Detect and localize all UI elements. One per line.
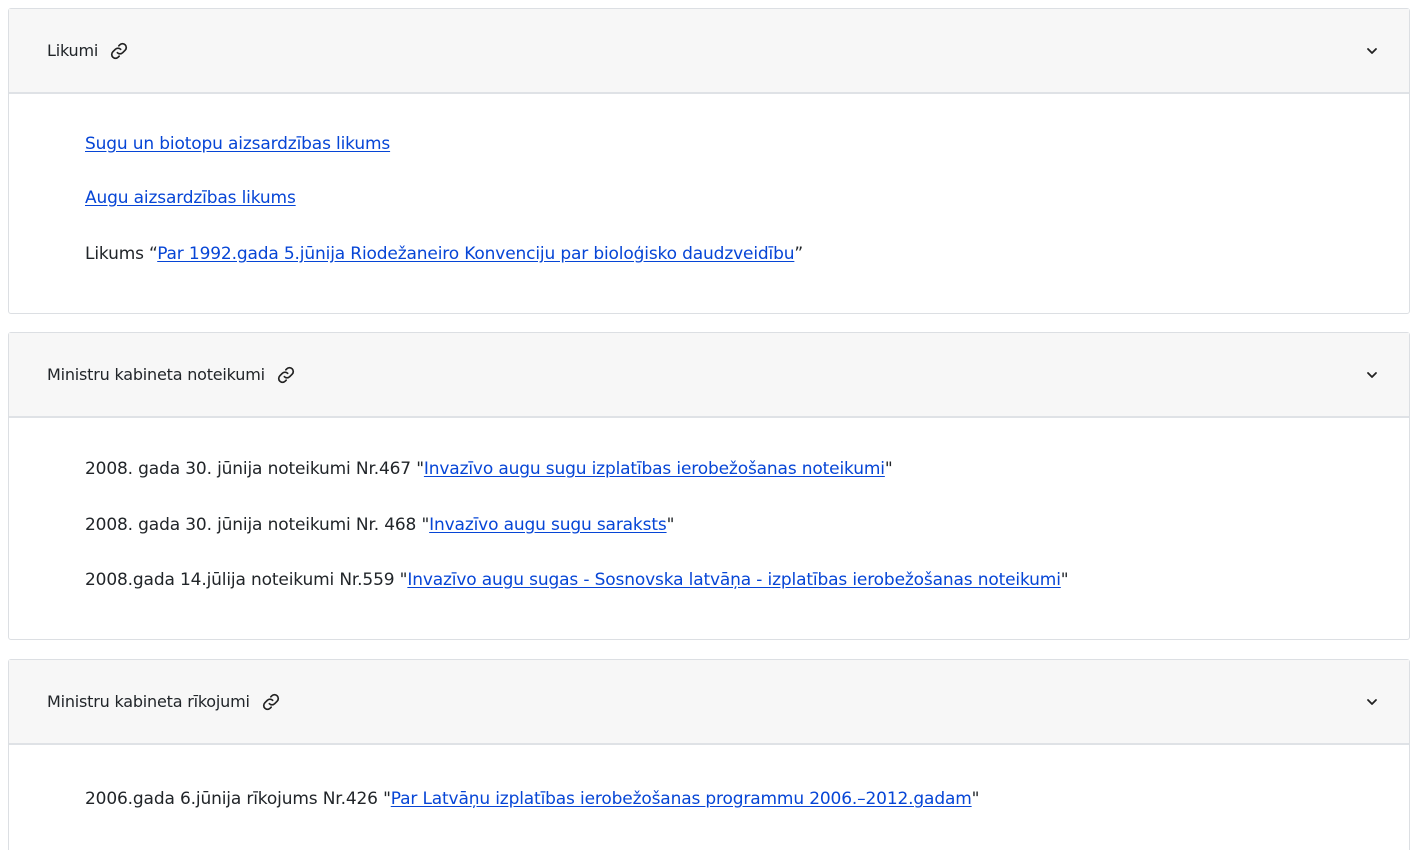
item-suffix: ” [794,244,804,264]
legislation-accordion: Likumi Sugu un biotopu aizsardzības liku… [0,0,1414,850]
accordion-section-likumi: Likumi Sugu un biotopu aizsardzības liku… [8,8,1410,314]
item-suffix: " [971,789,980,809]
item-prefix: 2008. gada 30. jūnija noteikumi Nr.467 " [85,459,424,479]
law-link[interactable]: Augu aizsardzības likums [85,188,296,208]
section-header-rikojumi[interactable]: Ministru kabineta rīkojumi [9,660,1409,745]
item-prefix: 2008. gada 30. jūnija noteikumi Nr. 468 … [85,515,430,535]
list-item: Augu aizsardzības likums [85,188,296,208]
item-prefix: 2006.gada 6.jūnija rīkojums Nr.426 " [85,789,391,809]
accordion-section-rikojumi: Ministru kabineta rīkojumi 2006.gada 6.j… [8,659,1410,850]
chevron-down-icon[interactable] [1365,695,1379,709]
item-suffix: " [1060,570,1069,590]
section-title: Likumi [47,41,99,60]
section-header-likumi[interactable]: Likumi [9,9,1409,94]
accordion-section-noteikumi: Ministru kabineta noteikumi 2008. gada 3… [8,332,1410,640]
link-icon[interactable] [108,40,130,62]
link-icon[interactable] [260,691,282,713]
regulation-link[interactable]: Invazīvo augu sugu saraksts [429,515,667,535]
item-suffix: " [884,459,893,479]
law-link[interactable]: Sugu un biotopu aizsardzības likums [85,134,390,154]
chevron-down-icon[interactable] [1365,44,1379,58]
list-item: 2008. gada 30. jūnija noteikumi Nr. 468 … [85,515,674,535]
item-prefix: 2008.gada 14.jūlija noteikumi Nr.559 " [85,570,408,590]
list-item: 2006.gada 6.jūnija rīkojums Nr.426 "Par … [85,789,979,809]
list-item: Likums “Par 1992.gada 5.jūnija Riodežane… [85,244,803,264]
law-link[interactable]: Par 1992.gada 5.jūnija Riodežaneiro Konv… [157,244,794,264]
item-prefix: Likums “ [85,244,158,264]
section-title: Ministru kabineta noteikumi [47,365,265,384]
link-icon[interactable] [275,364,297,386]
order-link[interactable]: Par Latvāņu izplatības ierobežošanas pro… [391,789,972,809]
item-suffix: " [666,515,675,535]
list-item: 2008.gada 14.jūlija noteikumi Nr.559 "In… [85,570,1069,590]
chevron-down-icon[interactable] [1365,368,1379,382]
regulation-link[interactable]: Invazīvo augu sugas - Sosnovska latvāņa … [407,570,1061,590]
regulation-link[interactable]: Invazīvo augu sugu izplatības ierobežoša… [424,459,885,479]
section-header-noteikumi[interactable]: Ministru kabineta noteikumi [9,333,1409,418]
list-item: 2008. gada 30. jūnija noteikumi Nr.467 "… [85,459,893,479]
list-item: Sugu un biotopu aizsardzības likums [85,134,390,154]
section-title: Ministru kabineta rīkojumi [47,692,250,711]
